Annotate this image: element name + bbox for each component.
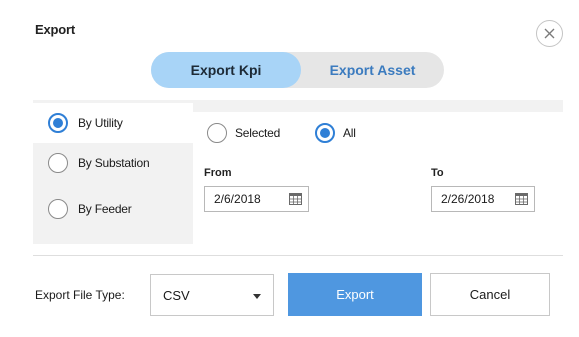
radio-selected[interactable]: Selected (207, 123, 280, 143)
tab-export-asset[interactable]: Export Asset (301, 52, 444, 88)
radio-by-feeder[interactable]: By Feeder (33, 189, 193, 229)
radio-by-utility[interactable]: By Utility (33, 103, 193, 143)
radio-button[interactable] (48, 153, 68, 173)
radio-button-checked[interactable] (315, 123, 335, 143)
from-date-value: 2/6/2018 (214, 192, 261, 206)
chevron-down-icon (253, 294, 261, 299)
export-button[interactable]: Export (288, 273, 422, 316)
calendar-icon[interactable] (289, 193, 302, 205)
footer-divider (33, 255, 563, 256)
close-icon (544, 28, 555, 39)
export-tabs: Export Kpi Export Asset (151, 52, 444, 88)
to-label: To (431, 167, 444, 179)
export-dialog: Export Export Kpi Export Asset By Utilit… (0, 0, 579, 337)
close-button[interactable] (536, 20, 563, 47)
file-type-value: CSV (163, 287, 190, 303)
calendar-icon[interactable] (515, 193, 528, 205)
export-options-panel: By Utility By Substation By Feeder Selec… (33, 100, 563, 244)
radio-label: By Utility (78, 116, 123, 130)
export-file-type-label: Export File Type: (35, 288, 125, 302)
from-date-input[interactable]: 2/6/2018 (204, 186, 309, 212)
radio-button[interactable] (48, 199, 68, 219)
dialog-title: Export (35, 22, 75, 37)
to-date-input[interactable]: 2/26/2018 (431, 186, 535, 212)
file-type-select[interactable]: CSV (150, 274, 274, 316)
to-date-value: 2/26/2018 (441, 192, 495, 206)
radio-label: By Substation (78, 156, 150, 170)
scope-radio-group: By Utility By Substation By Feeder (33, 100, 193, 244)
radio-label: By Feeder (78, 202, 132, 216)
radio-label: All (343, 126, 356, 140)
from-label: From (204, 167, 232, 179)
radio-label: Selected (235, 126, 281, 140)
tab-export-kpi[interactable]: Export Kpi (151, 52, 301, 88)
radio-button-checked[interactable] (48, 113, 68, 133)
radio-button[interactable] (207, 123, 227, 143)
date-range-area: Selected All From 2/6/2018 To 2/26/2018 (193, 112, 563, 244)
cancel-button[interactable]: Cancel (430, 273, 550, 316)
radio-all[interactable]: All (315, 123, 356, 143)
radio-by-substation[interactable]: By Substation (33, 143, 193, 183)
